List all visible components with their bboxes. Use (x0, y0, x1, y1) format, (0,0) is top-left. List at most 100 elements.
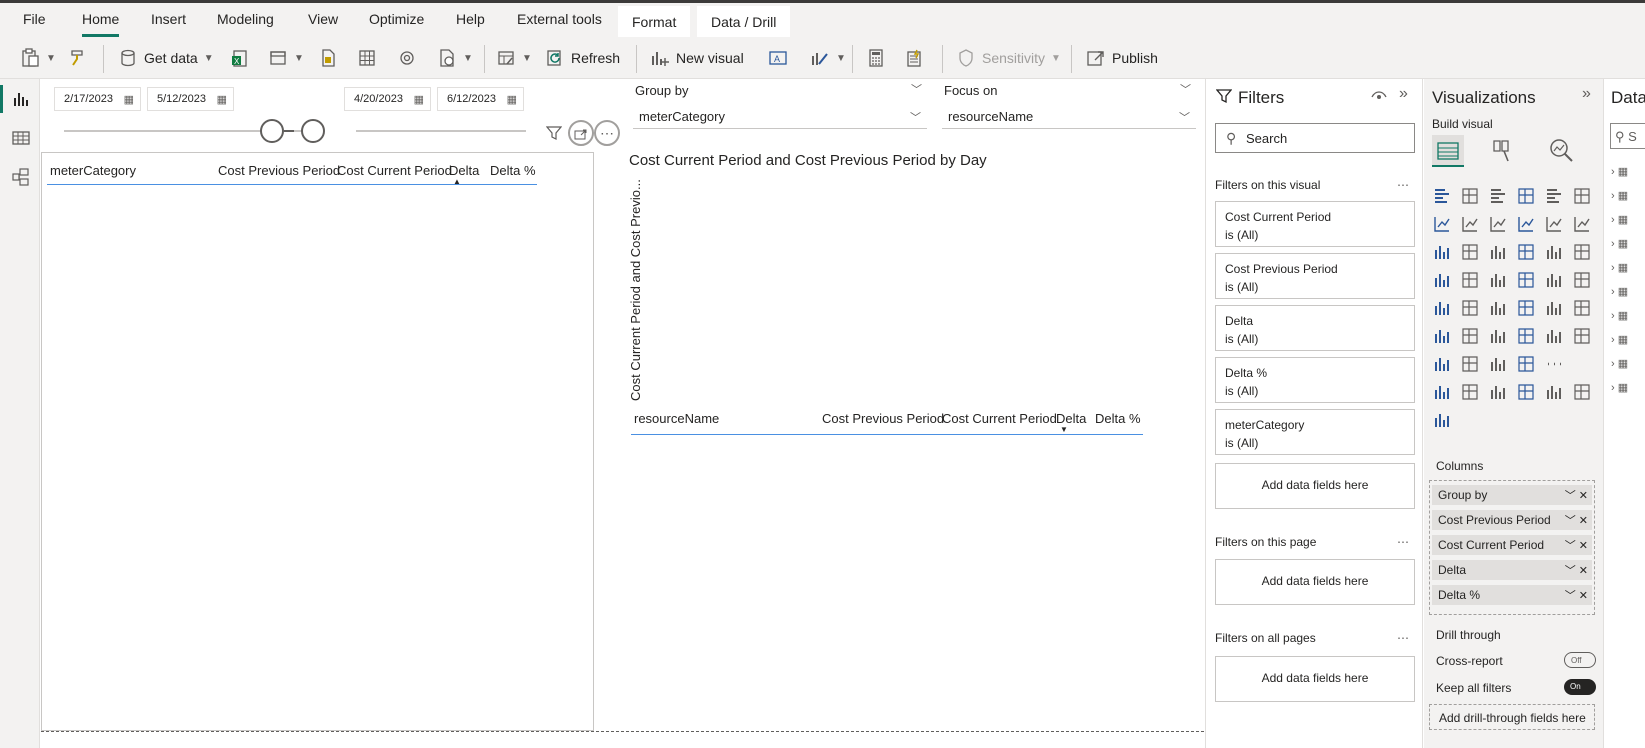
field-well-item[interactable]: Group by ﹀ ✕ (1432, 485, 1592, 505)
multi-row-card-icon[interactable] (1432, 298, 1452, 318)
drill-through-dropzone[interactable]: Add drill-through fields here (1429, 704, 1595, 730)
data-table-item[interactable]: › ▦ (1611, 309, 1645, 325)
field-well-actions[interactable]: ﹀ ✕ (1565, 562, 1588, 578)
funnel-chart-icon[interactable] (1460, 242, 1480, 262)
kpi-icon[interactable] (1460, 298, 1480, 318)
clustered-bar-chart-icon[interactable] (1488, 186, 1508, 206)
table-view-icon[interactable] (11, 128, 31, 148)
custom-visual-5-icon[interactable] (1544, 382, 1564, 402)
tab-file[interactable]: File (23, 11, 46, 33)
calendar-icon[interactable]: ▦ (507, 93, 517, 106)
data-table-item[interactable]: › ▦ (1611, 333, 1645, 349)
add-page-filter-dropzone[interactable]: Add data fields here (1215, 559, 1415, 605)
decomposition-tree-icon[interactable] (1488, 326, 1508, 346)
format-painter-button[interactable] (68, 46, 88, 70)
filter-card[interactable]: Delta % is (All) (1215, 357, 1415, 403)
field-well-item[interactable]: Delta ﹀ ✕ (1432, 560, 1592, 580)
field-well-actions[interactable]: ﹀ ✕ (1565, 487, 1588, 503)
previous-period-slider-start-handle[interactable] (260, 119, 284, 143)
text-box-button[interactable]: A (768, 46, 788, 70)
calendar-icon[interactable]: ▦ (414, 93, 424, 106)
data-search-input[interactable]: ⚲ S (1610, 123, 1645, 149)
more-options-icon[interactable]: ⋯ (1397, 178, 1410, 192)
tab-data-drill[interactable]: Data / Drill (697, 6, 791, 37)
stacked-column-chart-icon[interactable] (1460, 186, 1480, 206)
custom-visual-1-icon[interactable] (1432, 382, 1452, 402)
eye-icon[interactable] (1371, 88, 1387, 107)
shape-map-icon[interactable] (1488, 270, 1508, 290)
tab-modeling[interactable]: Modeling (217, 11, 274, 33)
column-header[interactable]: Cost Current Period (942, 411, 1057, 426)
get-data-button[interactable]: Get data ▼ (118, 46, 214, 70)
line-clustered-column-icon[interactable] (1544, 214, 1564, 234)
smart-narrative-icon[interactable] (1544, 326, 1564, 346)
previous-end-date-input[interactable]: 5/12/2023 ▦ (147, 87, 234, 111)
new-visual-button[interactable]: New visual (650, 46, 744, 70)
tab-help[interactable]: Help (456, 11, 485, 33)
custom-visual-2-icon[interactable] (1460, 382, 1480, 402)
calendar-icon[interactable]: ▦ (217, 93, 227, 106)
dataverse-button[interactable] (397, 46, 417, 70)
area-chart-icon[interactable] (1460, 214, 1480, 234)
format-visual-tab-icon[interactable] (1490, 137, 1514, 166)
sql-server-button[interactable] (318, 46, 338, 70)
column-header[interactable]: resourceName (634, 411, 719, 426)
build-visual-tab-icon[interactable] (1432, 135, 1464, 167)
waterfall-chart-icon[interactable] (1432, 242, 1452, 262)
model-view-icon[interactable] (11, 167, 31, 187)
column-header[interactable]: Delta (449, 163, 479, 178)
custom-visual-3-icon[interactable] (1488, 382, 1508, 402)
field-well-actions[interactable]: ﹀ ✕ (1565, 512, 1588, 528)
recent-sources-button[interactable]: ▼ (437, 46, 473, 70)
previous-period-slider-end-handle[interactable] (301, 119, 325, 143)
data-table-item[interactable]: › ▦ (1611, 165, 1645, 181)
pie-chart-icon[interactable] (1516, 242, 1536, 262)
python-visual-icon[interactable] (1432, 326, 1452, 346)
tab-format[interactable]: Format (618, 6, 691, 37)
100-stacked-column-chart-icon[interactable] (1572, 186, 1592, 206)
key-influencers-icon[interactable] (1460, 326, 1480, 346)
paste-button[interactable]: ▼ (20, 46, 56, 70)
tab-insert[interactable]: Insert (151, 11, 186, 33)
field-well-item[interactable]: Delta % ﹀ ✕ (1432, 585, 1592, 605)
tab-optimize[interactable]: Optimize (369, 11, 424, 33)
filter-card[interactable]: Cost Current Period is (All) (1215, 201, 1415, 247)
column-header[interactable]: meterCategory (50, 163, 136, 178)
group-by-dropdown[interactable]: meterCategory ﹀ (633, 105, 927, 129)
transform-data-button[interactable]: ▼ (496, 46, 532, 70)
r-visual-icon[interactable] (1572, 298, 1592, 318)
sensitivity-button[interactable]: Sensitivity ▼ (956, 46, 1061, 70)
tab-external-tools[interactable]: External tools (517, 11, 602, 33)
custom-visual-4-icon[interactable] (1516, 382, 1536, 402)
more-options-icon[interactable]: ⋯ (1397, 535, 1410, 549)
map-icon[interactable] (1432, 270, 1452, 290)
report-view-icon[interactable] (0, 85, 31, 113)
scatter-chart-icon[interactable] (1488, 242, 1508, 262)
new-measure-button[interactable] (866, 46, 886, 70)
collapse-pane-icon[interactable]: » (1582, 85, 1591, 103)
data-table-item[interactable]: › ▦ (1611, 213, 1645, 229)
more-options-icon[interactable]: ⋯ (1397, 631, 1410, 645)
clustered-column-chart-icon[interactable] (1516, 186, 1536, 206)
power-apps-icon[interactable] (1460, 354, 1480, 374)
power-automate-icon[interactable] (1488, 354, 1508, 374)
filter-card[interactable]: Delta is (All) (1215, 305, 1415, 351)
excel-button[interactable]: X (230, 46, 250, 70)
data-table-item[interactable]: › ▦ (1611, 357, 1645, 373)
donut-chart-icon[interactable] (1544, 242, 1564, 262)
chevron-down-icon[interactable]: ﹀ (1180, 81, 1191, 97)
filter-icon[interactable] (545, 125, 563, 144)
more-options-icon[interactable]: ⋯ (594, 120, 620, 146)
column-header[interactable]: Delta % (1095, 411, 1141, 426)
filled-map-icon[interactable] (1460, 270, 1480, 290)
current-period-slider-track[interactable] (356, 130, 526, 132)
focus-mode-icon[interactable] (568, 120, 594, 146)
add-report-filter-dropzone[interactable]: Add data fields here (1215, 656, 1415, 702)
filters-search-input[interactable]: ⚲ Search (1215, 123, 1415, 153)
ribbon-chart-icon[interactable] (1572, 214, 1592, 234)
column-header[interactable]: Cost Current Period (337, 163, 452, 178)
narrative-icon[interactable] (1516, 354, 1536, 374)
tab-view[interactable]: View (308, 11, 338, 33)
onelake-hub-button[interactable]: ▼ (268, 46, 304, 70)
line-stacked-column-icon[interactable] (1516, 214, 1536, 234)
